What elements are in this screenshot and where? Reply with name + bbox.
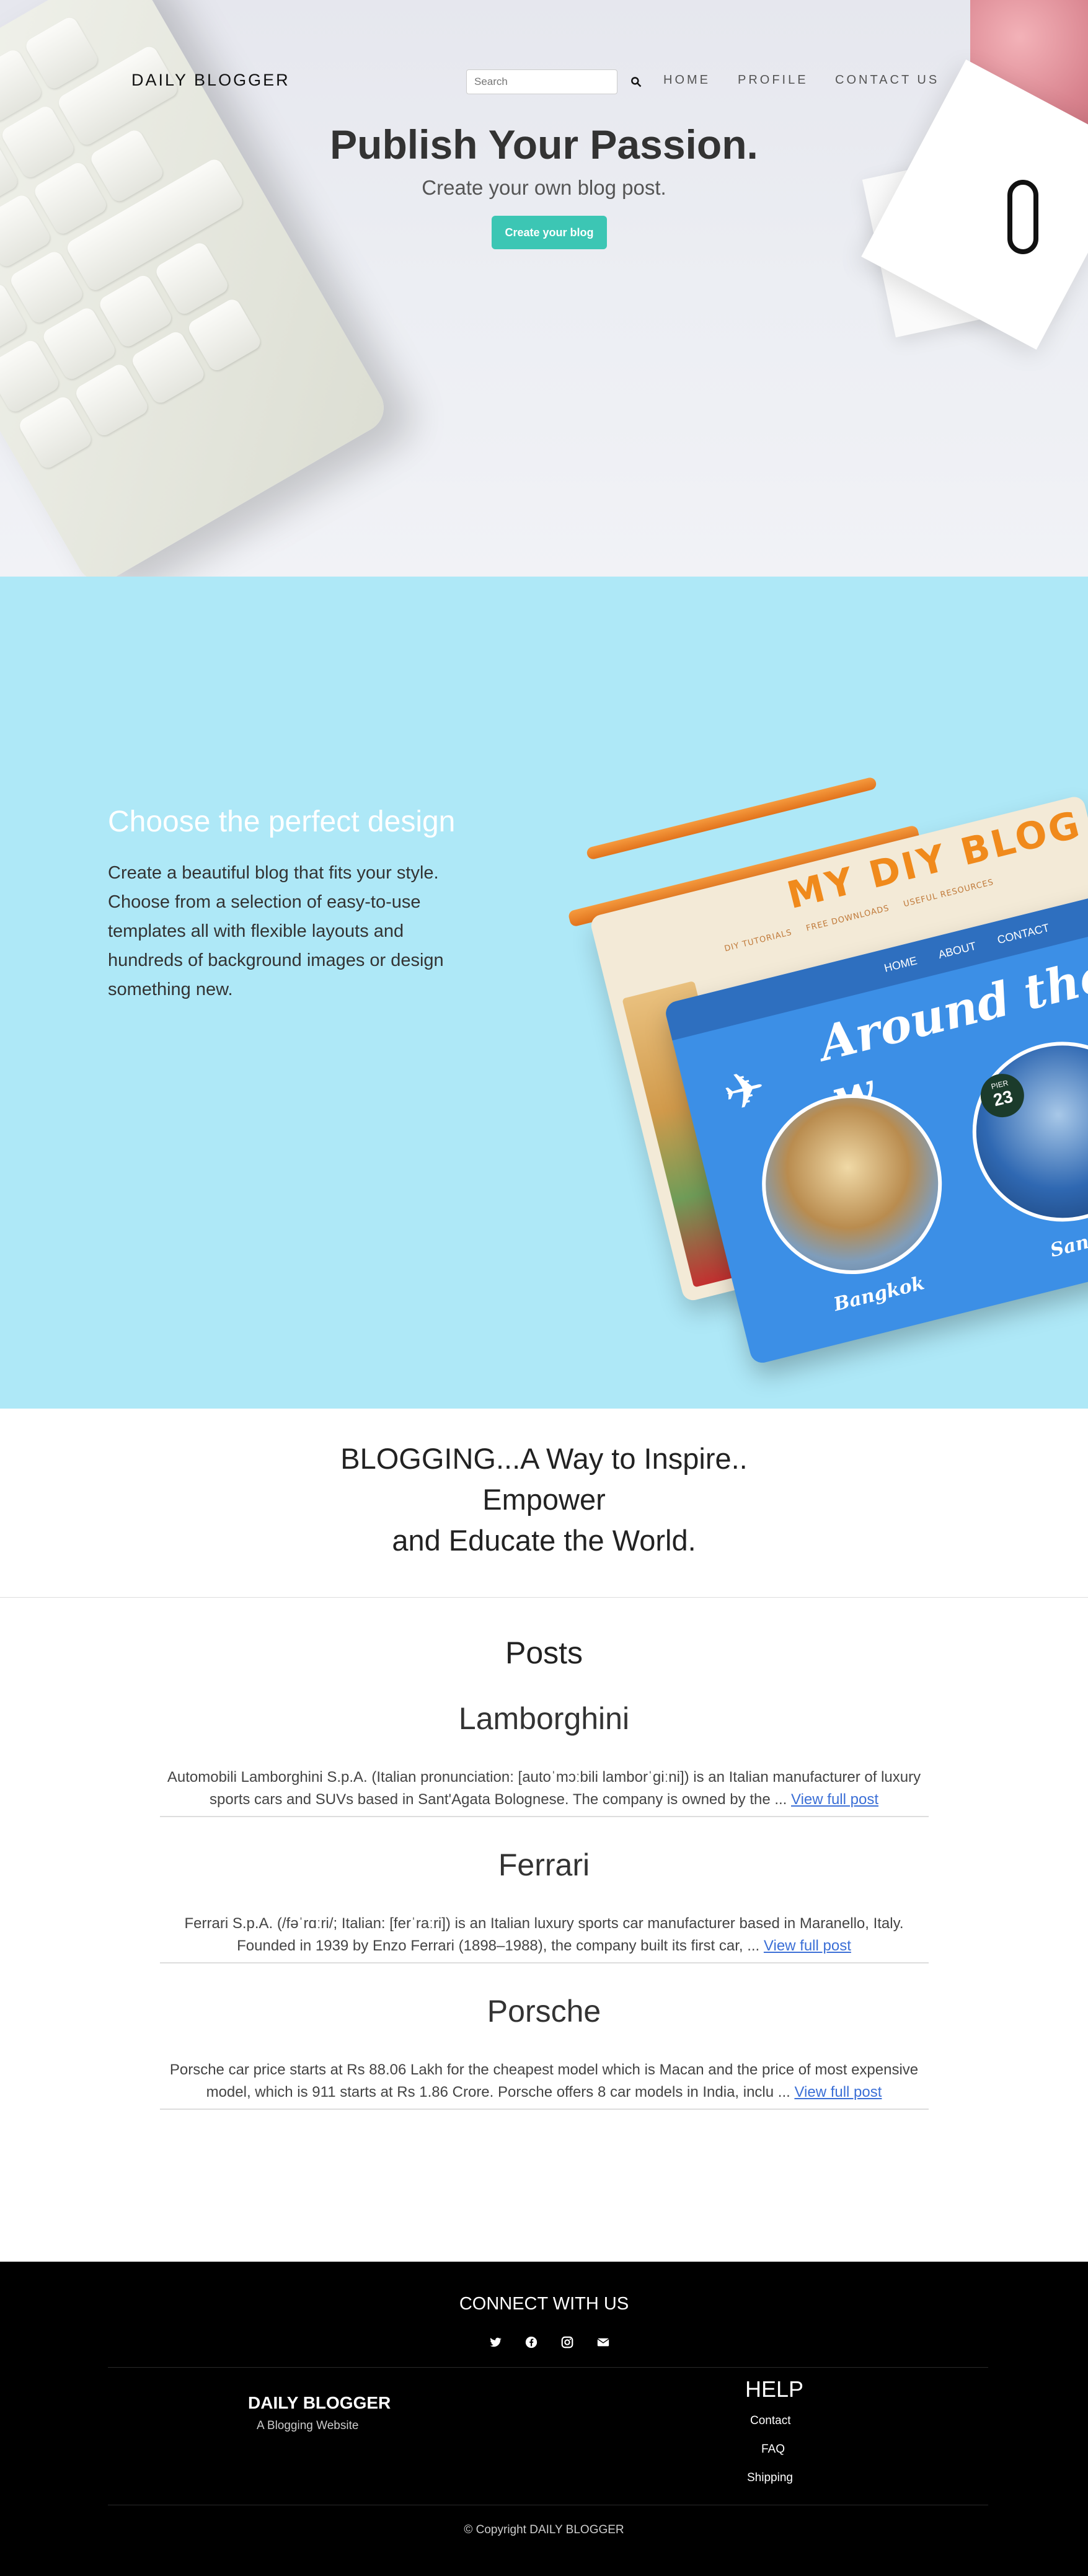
create-blog-button[interactable]: Create your blog [492,216,607,249]
help-contact-link[interactable]: Contact [750,2414,790,2428]
posts-section: Posts Lamborghini Automobili Lamborghini… [0,1598,1088,2110]
posts-heading: Posts [505,1635,583,1670]
footer-tagline: A Blogging Website [257,2419,359,2432]
search-button[interactable] [630,71,648,93]
slogan-line: and Educate the World. [392,1524,696,1557]
bangkok-photo [743,1075,961,1293]
facebook-icon [525,2336,537,2348]
post-card: Lamborghini Automobili Lamborghini S.p.A… [159,1701,929,1817]
template-nav-item: HOME [883,954,919,975]
facebook-link[interactable] [520,2331,542,2353]
post-card: Ferrari Ferrari S.p.A. (/fəˈrɑːri/; Ital… [159,1847,929,1963]
footer-divider [108,2367,988,2368]
nav-home-link[interactable]: HOME [663,73,710,87]
design-description: Create a beautiful blog that fits your s… [108,863,444,999]
search-icon [631,77,642,87]
plane-icon: ✈ [717,1057,772,1124]
slogan-section: BLOGGING...A Way to Inspire.. Empower an… [0,1409,1088,1598]
twitter-link[interactable] [484,2331,506,2353]
email-link[interactable] [592,2331,614,2353]
nav-contact-link[interactable]: CONTACT US [835,73,939,87]
connect-heading: CONNECT WITH US [459,2294,629,2314]
blog-template-illustration: MY DIY BLOG DIY TUTORIALS FREE DOWNLOADS… [558,775,1088,1366]
post-title: Lamborghini [458,1701,630,1736]
post-title: Ferrari [498,1848,590,1882]
view-full-post-link[interactable]: View full post [791,1791,878,1808]
help-faq-link[interactable]: FAQ [761,2443,785,2456]
post-excerpt: Porsche car price starts at Rs 88.06 Lak… [160,2059,929,2104]
twitter-icon [490,2337,502,2347]
post-excerpt: Ferrari S.p.A. (/fəˈrɑːri/; Italian: [fe… [160,1913,929,1957]
hero-subtitle: Create your own blog post. [422,176,666,199]
design-heading: Choose the perfect design [108,805,456,838]
post-title: Porsche [487,1994,601,2029]
view-full-post-link[interactable]: View full post [794,2084,882,2100]
slogan-line: Empower [482,1483,606,1516]
instagram-icon [561,2336,573,2348]
help-shipping-link[interactable]: Shipping [747,2471,793,2485]
help-heading: HELP [745,2376,804,2402]
envelope-icon [597,2338,609,2347]
bangkok-label: Bangkok [831,1272,927,1316]
post-card: Porsche Porsche car price starts at Rs 8… [159,1993,929,2110]
template-nav-item: ABOUT [937,939,978,961]
slogan-line: BLOGGING...A Way to Inspire.. [340,1442,748,1475]
search-input[interactable] [466,69,617,94]
nav-profile-link[interactable]: PROFILE [738,73,808,87]
copyright-text: © Copyright DAILY BLOGGER [464,2523,624,2536]
footer-brand: DAILY BLOGGER [248,2393,391,2412]
design-section: Choose the perfect design Create a beaut… [0,577,1088,1409]
post-excerpt: Automobili Lamborghini S.p.A. (Italian p… [160,1766,929,1811]
brand-logo[interactable]: DAILY BLOGGER [131,71,290,90]
footer: CONNECT WITH US DAILY BLOGGER A Blogging… [0,2262,1088,2576]
instagram-link[interactable] [556,2331,578,2353]
diy-menu-item: DIY TUTORIALS [723,927,794,954]
template-nav-item: CONTACT [996,921,1051,946]
hero-section: DAILY BLOGGER HOME PROFILE CONTACT US Pu… [0,0,1088,577]
hero-title: Publish Your Passion. [330,122,758,167]
view-full-post-link[interactable]: View full post [764,1937,851,1954]
